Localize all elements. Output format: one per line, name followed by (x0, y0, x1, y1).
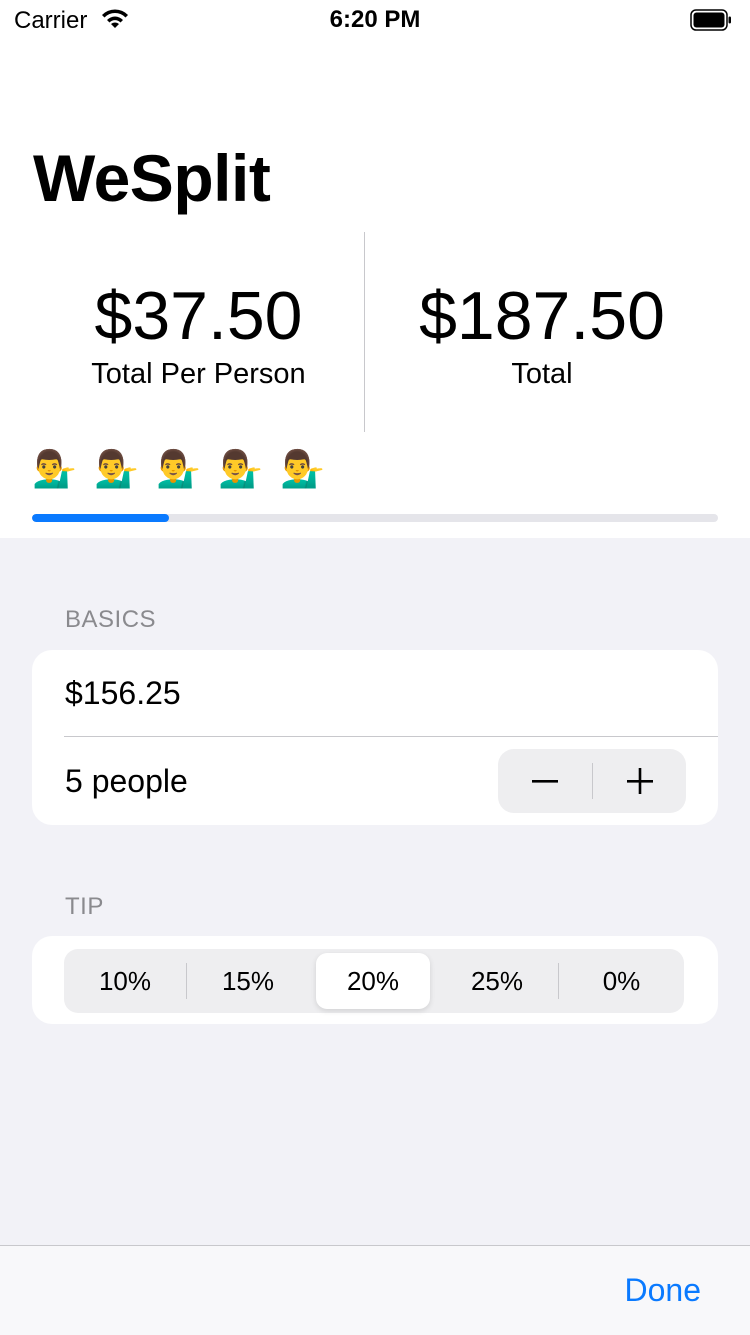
tip-option-25[interactable]: 25% (436, 949, 558, 1013)
person-icon: 💁‍♂️ (156, 448, 201, 489)
decrement-button[interactable] (498, 749, 592, 813)
increment-button[interactable] (593, 749, 687, 813)
plus-icon (627, 768, 653, 794)
totals-divider (364, 232, 365, 432)
basics-card: $156.25 5 people (32, 650, 718, 825)
done-button[interactable]: Done (625, 1272, 702, 1309)
minus-icon (532, 780, 558, 783)
keyboard-toolbar: Done (0, 1245, 750, 1335)
person-icon: 💁‍♂️ (280, 448, 325, 489)
tip-option-20[interactable]: 20% (316, 953, 430, 1009)
person-icon: 💁‍♂️ (218, 448, 263, 489)
people-count-label: 5 people (65, 763, 188, 799)
bill-amount-field[interactable]: $156.25 (65, 675, 181, 712)
per-person-summary: $37.50 Total Per Person (32, 232, 365, 432)
status-bar: Carrier 6:20 PM (0, 0, 750, 40)
people-progress-fill (32, 514, 170, 522)
person-icon: 💁‍♂️ (32, 448, 77, 489)
people-emoji-row: 💁‍♂️ 💁‍♂️ 💁‍♂️ 💁‍♂️ 💁‍♂️ (32, 446, 325, 492)
tip-card: 10% 15% 20% 25% 0% (32, 936, 718, 1024)
per-person-label: Total Per Person (91, 358, 306, 390)
tip-option-10[interactable]: 10% (64, 949, 186, 1013)
row-divider (64, 736, 718, 737)
page-title: WeSplit (33, 141, 271, 215)
total-label: Total (511, 358, 573, 390)
status-time: 6:20 PM (329, 6, 421, 33)
tip-section-header: TIP (65, 893, 104, 920)
per-person-amount: $37.50 (94, 278, 303, 354)
tip-option-15[interactable]: 15% (187, 949, 309, 1013)
person-icon: 💁‍♂️ (94, 448, 139, 489)
total-amount: $187.50 (419, 278, 665, 354)
people-progress-bar (32, 514, 718, 522)
basics-section-header: BASICS (65, 606, 157, 633)
people-stepper[interactable] (498, 749, 686, 813)
grand-total-summary: $187.50 Total (366, 232, 718, 432)
totals-summary: $37.50 Total Per Person $187.50 Total (32, 232, 718, 432)
battery-icon (690, 9, 731, 31)
tip-option-0[interactable]: 0% (559, 949, 684, 1013)
tip-segmented-control[interactable]: 10% 15% 20% 25% 0% (64, 949, 684, 1013)
